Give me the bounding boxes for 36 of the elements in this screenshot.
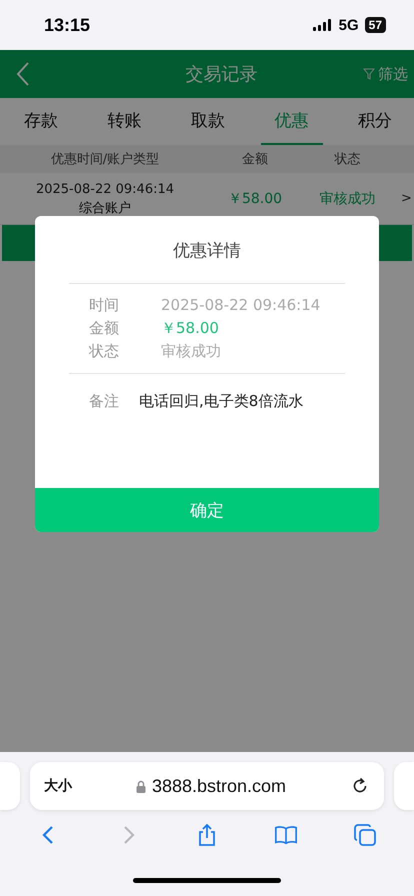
page-title: 交易记录 <box>186 63 258 86</box>
funnel-icon <box>363 68 375 80</box>
table-cell: 2025-08-22 09:46:14 <box>36 180 174 198</box>
back-icon[interactable] <box>16 61 30 87</box>
battery-icon: 57 <box>364 17 386 33</box>
lock-icon <box>136 780 146 792</box>
tab-card <box>0 762 20 810</box>
signal-icon <box>312 19 333 31</box>
tab[interactable]: 取款 <box>177 98 239 145</box>
field-label: 状态 <box>89 342 120 361</box>
tab[interactable]: 转账 <box>94 98 156 145</box>
note-text: 电话回归,电子类8倍流水 <box>139 392 304 411</box>
field-value: ￥58.00 <box>161 319 219 338</box>
table-cell-text: ￥58.00 <box>226 190 284 208</box>
field-label: 时间 <box>89 296 120 315</box>
book-icon[interactable] <box>274 823 298 847</box>
column-header: 状态 <box>333 151 362 168</box>
tabs-icon[interactable] <box>352 823 377 847</box>
column-header: 优惠时间/账户类型 <box>50 151 160 168</box>
clock: 13:15 <box>44 14 90 36</box>
column-header: 金额 <box>241 151 269 168</box>
dialog-title: 优惠详情 <box>173 240 241 263</box>
table-cell: 综合账户 <box>79 200 131 216</box>
network-label: 5G <box>338 16 359 34</box>
field-value: 审核成功 <box>161 342 221 361</box>
tab[interactable]: 积分 <box>344 98 406 145</box>
field-value: 2025-08-22 09:46:14 <box>161 296 320 315</box>
tab-card <box>394 762 414 810</box>
tab[interactable]: 存款 <box>10 98 72 145</box>
field-label: 备注 <box>89 392 120 411</box>
field-label: 金额 <box>89 319 120 338</box>
table-cell-text: 审核成功 <box>318 190 376 208</box>
address-bar[interactable]: 大小 3888.bstron.com <box>30 762 384 810</box>
text-size-button[interactable]: 大小 <box>44 777 72 795</box>
url-text: 3888.bstron.com <box>152 776 286 796</box>
chevron-icon: > <box>401 191 412 206</box>
